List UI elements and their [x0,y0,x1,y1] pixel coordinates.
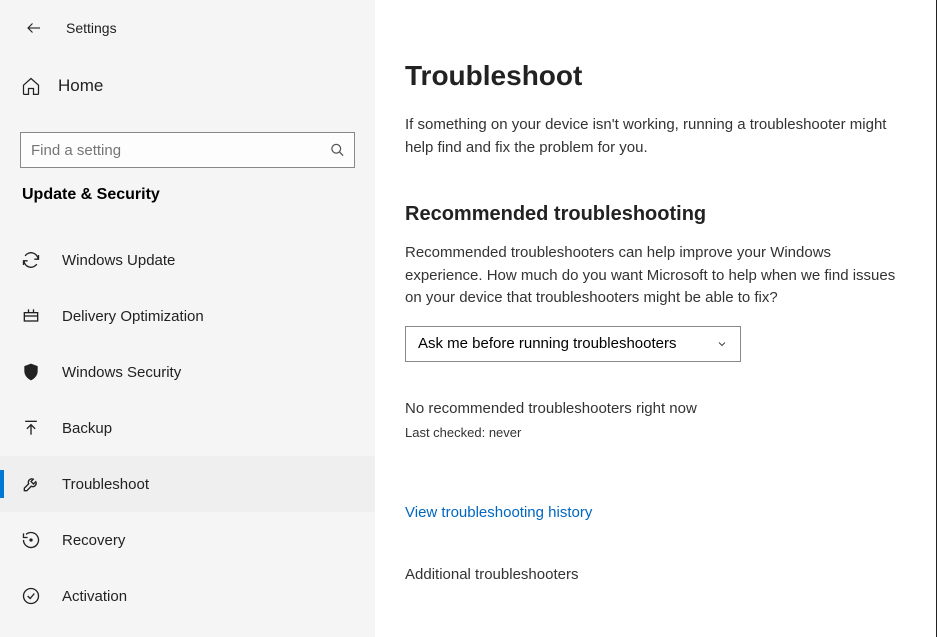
last-checked-text: Last checked: never [405,425,896,440]
home-nav[interactable]: Home [20,64,375,108]
nav-item-label: Windows Update [62,252,175,269]
search-box [20,132,355,168]
home-label: Home [58,76,103,96]
wrench-icon [20,473,42,495]
section-description: Recommended troubleshooters can help imp… [405,242,896,310]
page-title: Troubleshoot [405,60,896,92]
nav-item-label: Troubleshoot [62,476,149,493]
nav-item-label: Backup [62,420,112,437]
dropdown-selected: Ask me before running troubleshooters [418,335,676,352]
nav-delivery-optimization[interactable]: Delivery Optimization [0,288,375,344]
app-title: Settings [66,20,117,36]
nav-activation[interactable]: Activation [0,568,375,624]
search-input[interactable] [20,132,355,168]
check-circle-icon [20,585,42,607]
no-recommended-text: No recommended troubleshooters right now [405,400,896,417]
back-button[interactable] [22,16,46,40]
page-description: If something on your device isn't workin… [405,114,896,159]
nav-troubleshoot[interactable]: Troubleshoot [0,456,375,512]
header-row: Settings [0,8,375,48]
nav-item-label: Recovery [62,532,125,549]
home-icon [20,75,42,97]
chevron-down-icon [716,338,728,350]
delivery-icon [20,305,42,327]
nav-backup[interactable]: Backup [0,400,375,456]
troubleshoot-mode-dropdown[interactable]: Ask me before running troubleshooters [405,326,741,362]
main-content: Troubleshoot If something on your device… [375,0,937,637]
nav-item-label: Delivery Optimization [62,308,204,325]
category-title: Update & Security [22,186,375,204]
view-history-link[interactable]: View troubleshooting history [405,504,592,521]
nav-item-label: Activation [62,588,127,605]
additional-troubleshooters-link[interactable]: Additional troubleshooters [405,566,896,583]
back-arrow-icon [25,19,43,37]
nav-item-label: Windows Security [62,364,181,381]
sidebar: Settings Home Update & Security Windows … [0,0,375,637]
sync-icon [20,249,42,271]
section-title: Recommended troubleshooting [405,203,896,226]
backup-icon [20,417,42,439]
shield-icon [20,361,42,383]
nav-recovery[interactable]: Recovery [0,512,375,568]
search-icon [330,143,345,158]
recovery-icon [20,529,42,551]
nav-windows-update[interactable]: Windows Update [0,232,375,288]
nav-windows-security[interactable]: Windows Security [0,344,375,400]
